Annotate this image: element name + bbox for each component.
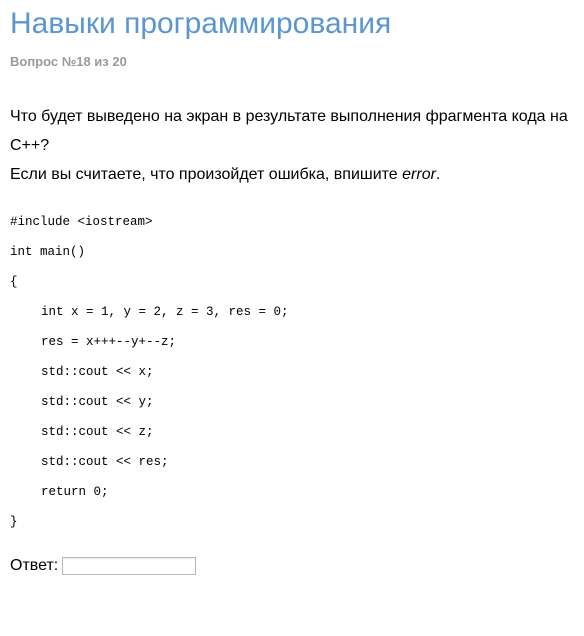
question-line-2-prefix: Если вы считаете, что произойдет ошибка,… [10, 166, 403, 183]
answer-label: Ответ: [10, 557, 59, 574]
code-line: res = x+++--y+--z; [41, 335, 177, 349]
question-text: Что будет выведено на экран в результате… [10, 102, 576, 189]
code-line: } [10, 515, 18, 529]
code-block: #include <iostream> int main() { int x = 1,… [10, 207, 289, 537]
code-line: int x = 1, y = 2, z = 3, res = 0; [41, 305, 289, 319]
code-line: { [10, 275, 18, 289]
question-line-1: Что будет выведено на экран в результате… [10, 108, 568, 154]
code-line: #include <iostream> [10, 215, 153, 229]
question-line-2-suffix: . [435, 166, 441, 183]
code-line: std::cout << res; [41, 455, 169, 469]
code-line: int main() [10, 245, 86, 259]
question-counter: Вопрос №18 из 20 [10, 54, 127, 69]
code-line: std::cout << z; [41, 425, 154, 439]
answer-row: Ответ: [10, 555, 197, 577]
page-title: Навыки программирования [10, 7, 392, 40]
error-keyword: error [402, 166, 436, 183]
code-line: std::cout << y; [41, 395, 154, 409]
code-line: std::cout << x; [41, 365, 154, 379]
answer-input[interactable] [62, 557, 197, 575]
question-line-2: Если вы считаете, что произойдет ошибка,… [10, 160, 576, 189]
code-line: return 0; [41, 485, 109, 499]
